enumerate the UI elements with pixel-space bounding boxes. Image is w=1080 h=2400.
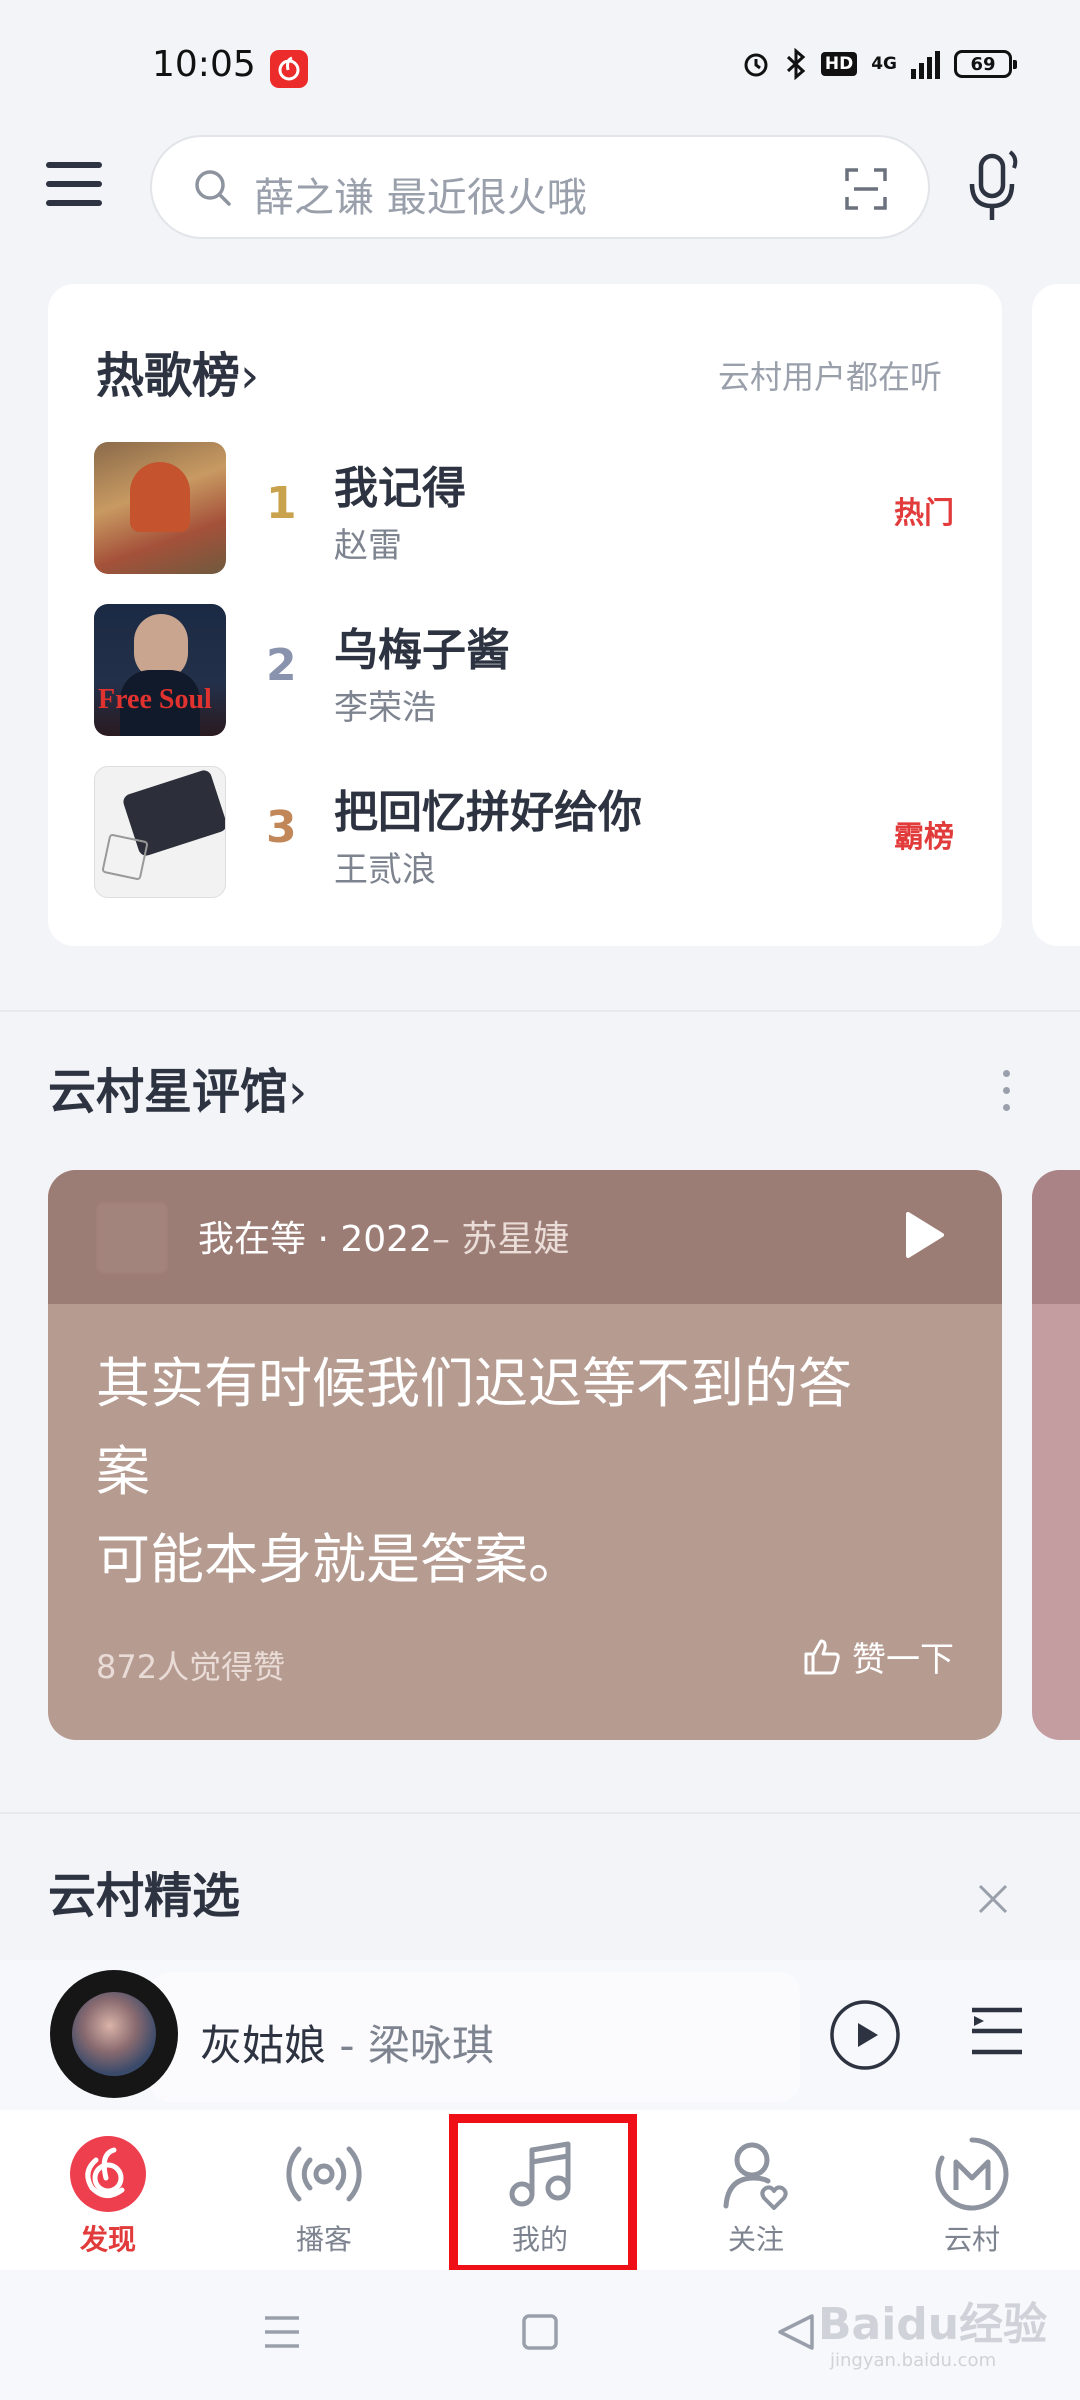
album-cover: Free Soul [94, 604, 226, 736]
more-options-icon[interactable] [996, 1070, 1016, 1130]
review-artist: – 苏星婕 [431, 1219, 570, 1260]
hd-icon: HD [820, 52, 858, 76]
review-quote-line: 案 [96, 1440, 150, 1503]
thumbs-up-icon [804, 1639, 840, 1674]
song-artist: 李荣浩 [334, 688, 436, 728]
status-time: 10:05 [152, 44, 256, 85]
song-row[interactable]: 3 把回忆拼好给你 王贰浪 霸榜 [94, 766, 954, 898]
section-divider [0, 1010, 1080, 1012]
hot-songs-card[interactable]: 热歌榜› 云村用户都在听 1 我记得 赵雷 热门 Free Soul 2 乌梅子… [48, 284, 1002, 946]
podcast-icon [286, 2146, 362, 2202]
song-row[interactable]: 1 我记得 赵雷 热门 [94, 442, 954, 574]
nav-label: 云村 [943, 2223, 1000, 2256]
song-row[interactable]: Free Soul 2 乌梅子酱 李荣浩 [94, 604, 954, 736]
song-rank: 2 [266, 640, 297, 691]
back-icon[interactable] [776, 2312, 816, 2352]
song-artist: 赵雷 [334, 526, 402, 566]
network-label: 4G [871, 53, 897, 74]
search-icon [195, 170, 231, 206]
nav-discover[interactable]: 发现 [28, 2112, 188, 2262]
like-button[interactable]: 赞一下 [802, 1632, 954, 1681]
highlight-box [449, 2114, 637, 2274]
album-cover [94, 442, 226, 574]
hot-songs-title[interactable]: 热歌榜› [96, 336, 259, 406]
home-icon[interactable] [520, 2312, 560, 2352]
close-icon[interactable] [976, 1882, 1010, 1916]
status-bar: 10:05 HD 4G 69 [0, 0, 1080, 130]
album-cover [94, 766, 226, 898]
discover-icon [70, 2136, 146, 2212]
next-chart-card[interactable] [1032, 284, 1080, 946]
search-bar[interactable]: 薛之谦 最近很火哦 [150, 135, 930, 239]
selection-title: 云村精选 [48, 1868, 241, 1924]
song-name: 乌梅子酱 [334, 625, 510, 676]
battery-level: 69 [970, 53, 996, 75]
watermark-sub: jingyan.baidu.com [830, 2350, 997, 2371]
like-count: 872人觉得赞 [96, 1648, 286, 1686]
song-thumbnail [96, 1202, 168, 1274]
cloud-village-icon [935, 2137, 1009, 2211]
review-quote: 其实有时候我们迟迟等不到的答 案 可能本身就是答案。 [96, 1340, 956, 1604]
song-tag: 热门 [894, 496, 954, 531]
review-quote-line: 其实有时候我们迟迟等不到的答 [96, 1352, 852, 1415]
now-playing-cover[interactable] [50, 1970, 178, 2098]
now-playing-artist: - 梁咏琪 [326, 2021, 494, 2070]
song-rank: 3 [266, 802, 297, 853]
song-tag: 霸榜 [894, 820, 954, 855]
signal-icon [911, 49, 940, 79]
alarm-icon [744, 53, 768, 77]
review-card[interactable]: 我在等 · 2022– 苏星婕 其实有时候我们迟迟等不到的答 案 可能本身就是答… [48, 1170, 1002, 1740]
now-playing-title: 灰姑娘 - 梁咏琪 [200, 2012, 494, 2073]
status-icons: HD 4G 69 [741, 48, 1017, 80]
next-review-card-header [1032, 1170, 1080, 1304]
section-divider [0, 1812, 1080, 1814]
song-name: 我记得 [334, 463, 466, 514]
nav-follow[interactable]: 关注 [676, 2112, 836, 2262]
search-placeholder: 薛之谦 最近很火哦 [254, 175, 587, 221]
review-song-name: 我在等 · 2022 [198, 1219, 432, 1260]
netease-app-icon [270, 50, 308, 88]
nav-podcast[interactable]: 播客 [244, 2112, 404, 2262]
nav-label: 发现 [79, 2223, 136, 2256]
scan-icon[interactable] [844, 167, 888, 211]
song-rank: 1 [266, 478, 297, 529]
play-icon[interactable] [902, 1210, 946, 1260]
star-reviews-title[interactable]: 云村星评馆› [48, 1052, 307, 1122]
playlist-icon[interactable] [970, 2004, 1024, 2058]
menu-icon[interactable] [46, 162, 102, 212]
battery-icon: 69 [954, 50, 1017, 78]
nav-cloud-village[interactable]: 云村 [892, 2112, 1052, 2262]
review-quote-line: 可能本身就是答案。 [96, 1528, 582, 1591]
like-label: 赞一下 [852, 1640, 954, 1680]
follow-icon [723, 2142, 788, 2210]
bluetooth-icon [786, 48, 806, 80]
review-song: 我在等 · 2022– 苏星婕 [198, 1210, 569, 1262]
mini-player[interactable]: 灰姑娘 - 梁咏琪 [0, 1960, 1080, 2110]
hot-songs-subtitle: 云村用户都在听 [717, 358, 942, 396]
now-playing-song: 灰姑娘 [200, 2021, 327, 2070]
nav-label: 关注 [727, 2223, 784, 2256]
recent-apps-icon[interactable] [262, 2312, 302, 2352]
cover-text: Free [98, 684, 152, 715]
nav-label: 播客 [295, 2223, 352, 2256]
song-name: 把回忆拼好给你 [334, 787, 642, 838]
watermark: Baidu经验 [818, 2299, 1048, 2350]
song-artist: 王贰浪 [334, 850, 436, 890]
mic-icon[interactable] [966, 148, 1026, 224]
cover-text: Soul [158, 684, 212, 715]
play-pause-icon[interactable] [828, 1998, 902, 2072]
